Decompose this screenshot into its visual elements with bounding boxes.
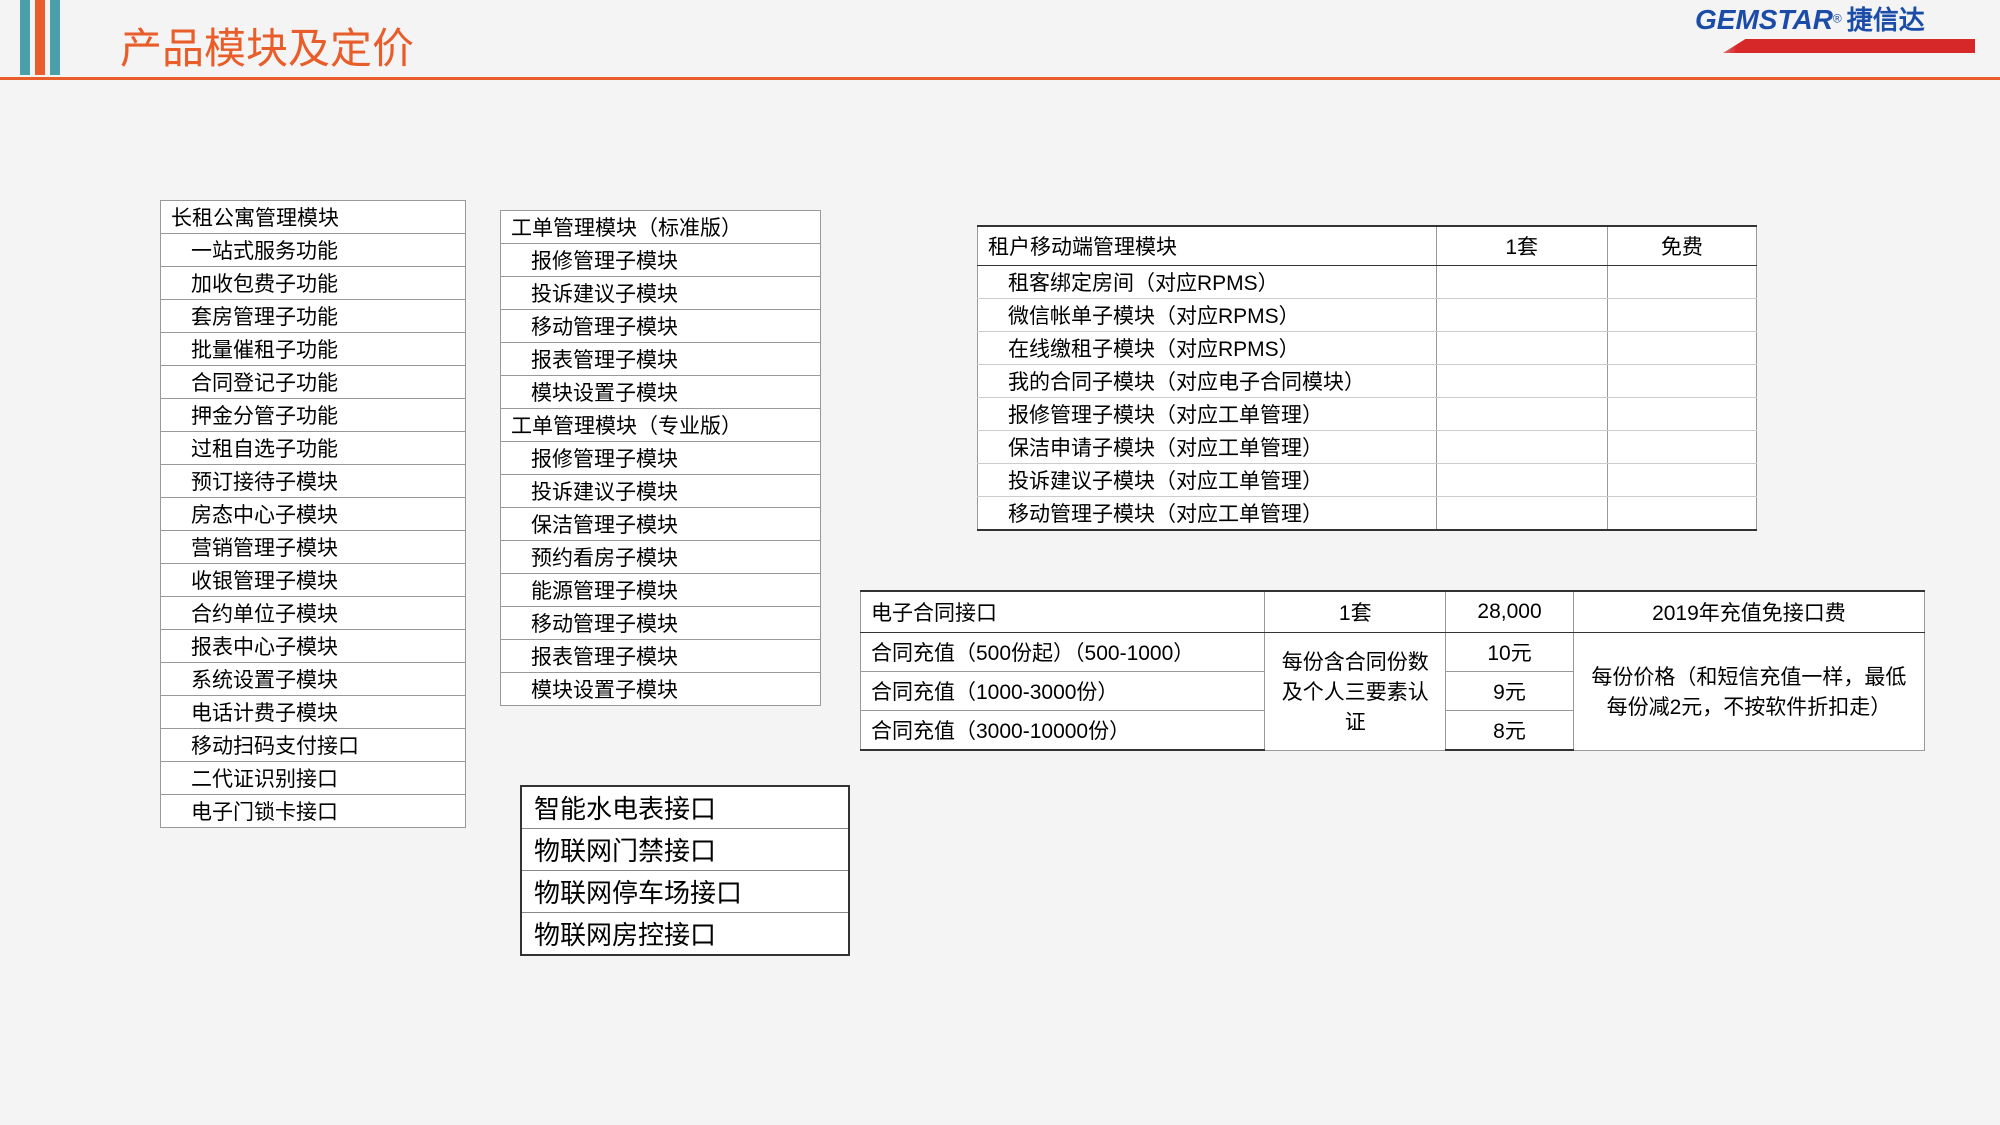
table-cell: 合同充值（500份起）（500-1000）: [861, 633, 1265, 672]
table-row: 投诉建议子模块（对应工单管理）: [978, 464, 1437, 497]
table-row: 预订接待子模块: [161, 465, 466, 498]
table-row: 能源管理子模块: [501, 574, 821, 607]
module-table-iot: 智能水电表接口 物联网门禁接口 物联网停车场接口 物联网房控接口: [520, 785, 850, 956]
table-header: 电子合同接口: [861, 591, 1265, 633]
slide-header: 产品模块及定价 GEMSTAR® 捷信达: [0, 0, 2000, 80]
table-row: 电子门锁卡接口: [161, 795, 466, 828]
table-row: 投诉建议子模块: [501, 475, 821, 508]
table-row: 报表中心子模块: [161, 630, 466, 663]
table-cell: 10元: [1446, 633, 1574, 672]
table-row: 营销管理子模块: [161, 531, 466, 564]
table-header: 1套: [1436, 226, 1607, 266]
table-row: 预约看房子模块: [501, 541, 821, 574]
table-header: 租户移动端管理模块: [978, 226, 1437, 266]
table-cell: 合同充值（3000-10000份）: [861, 711, 1265, 751]
module-table-tenant-mobile: 租户移动端管理模块 1套 免费 租客绑定房间（对应RPMS） 微信帐单子模块（对…: [977, 225, 1757, 531]
module-table-econtract: 电子合同接口 1套 28,000 2019年充值免接口费 合同充值（500份起）…: [860, 590, 1925, 751]
table-row: 电话计费子模块: [161, 696, 466, 729]
table-row: 报修管理子模块: [501, 442, 821, 475]
logo-registered-icon: ®: [1833, 12, 1842, 26]
table-row: 物联网门禁接口: [521, 829, 849, 871]
table-row: 一站式服务功能: [161, 234, 466, 267]
table-header: 1套: [1265, 591, 1446, 633]
table-row: 房态中心子模块: [161, 498, 466, 531]
table-header: 长租公寓管理模块: [161, 201, 466, 234]
table-row: 智能水电表接口: [521, 786, 849, 829]
table-row: 加收包费子功能: [161, 267, 466, 300]
table-header: 免费: [1607, 226, 1756, 266]
logo-text-en: GEMSTAR: [1695, 4, 1833, 35]
table-row: 过租自选子功能: [161, 432, 466, 465]
table-cell: 8元: [1446, 711, 1574, 751]
table-row: 保洁管理子模块: [501, 508, 821, 541]
table-cell: 9元: [1446, 672, 1574, 711]
table-row: 套房管理子功能: [161, 300, 466, 333]
table-row: 系统设置子模块: [161, 663, 466, 696]
table-row: 合约单位子模块: [161, 597, 466, 630]
table-row: 物联网停车场接口: [521, 871, 849, 913]
table-row: 报修管理子模块（对应工单管理）: [978, 398, 1437, 431]
table-header: 2019年充值免接口费: [1573, 591, 1924, 633]
table-row: 模块设置子模块: [501, 376, 821, 409]
table-header: 28,000: [1446, 591, 1574, 633]
table-row: 报表管理子模块: [501, 343, 821, 376]
table-row: 移动管理子模块: [501, 607, 821, 640]
module-table-apartment: 长租公寓管理模块 一站式服务功能 加收包费子功能 套房管理子功能 批量催租子功能…: [160, 200, 466, 828]
table-header: 工单管理模块（专业版）: [501, 409, 821, 442]
company-logo: GEMSTAR® 捷信达: [1695, 0, 1975, 60]
table-row: 我的合同子模块（对应电子合同模块）: [978, 365, 1437, 398]
table-row: 收银管理子模块: [161, 564, 466, 597]
logo-text-cn: 捷信达: [1847, 5, 1925, 35]
table-row: 移动管理子模块（对应工单管理）: [978, 497, 1437, 531]
table-row: 移动管理子模块: [501, 310, 821, 343]
table-row: 报修管理子模块: [501, 244, 821, 277]
table-cell-note: 每份价格（和短信充值一样，最低每份减2元，不按软件折扣走）: [1573, 633, 1924, 751]
table-row: 保洁申请子模块（对应工单管理）: [978, 431, 1437, 464]
page-title: 产品模块及定价: [120, 15, 414, 76]
table-row: 批量催租子功能: [161, 333, 466, 366]
table-row: 微信帐单子模块（对应RPMS）: [978, 299, 1437, 332]
table-row: 报表管理子模块: [501, 640, 821, 673]
logo-swoosh-icon: [1695, 39, 1975, 53]
table-row: 投诉建议子模块: [501, 277, 821, 310]
table-row: 物联网房控接口: [521, 913, 849, 956]
table-row: 押金分管子功能: [161, 399, 466, 432]
table-row: 模块设置子模块: [501, 673, 821, 706]
table-row: 租客绑定房间（对应RPMS）: [978, 266, 1437, 299]
table-row: 合同登记子功能: [161, 366, 466, 399]
table-row: 移动扫码支付接口: [161, 729, 466, 762]
table-cell: 合同充值（1000-3000份）: [861, 672, 1265, 711]
table-row: 二代证识别接口: [161, 762, 466, 795]
table-cell-note: 每份含合同份数及个人三要素认证: [1265, 633, 1446, 751]
header-stripes-icon: [20, 0, 60, 75]
module-table-workorder: 工单管理模块（标准版） 报修管理子模块 投诉建议子模块 移动管理子模块 报表管理…: [500, 210, 821, 706]
table-header: 工单管理模块（标准版）: [501, 211, 821, 244]
table-row: 在线缴租子模块（对应RPMS）: [978, 332, 1437, 365]
